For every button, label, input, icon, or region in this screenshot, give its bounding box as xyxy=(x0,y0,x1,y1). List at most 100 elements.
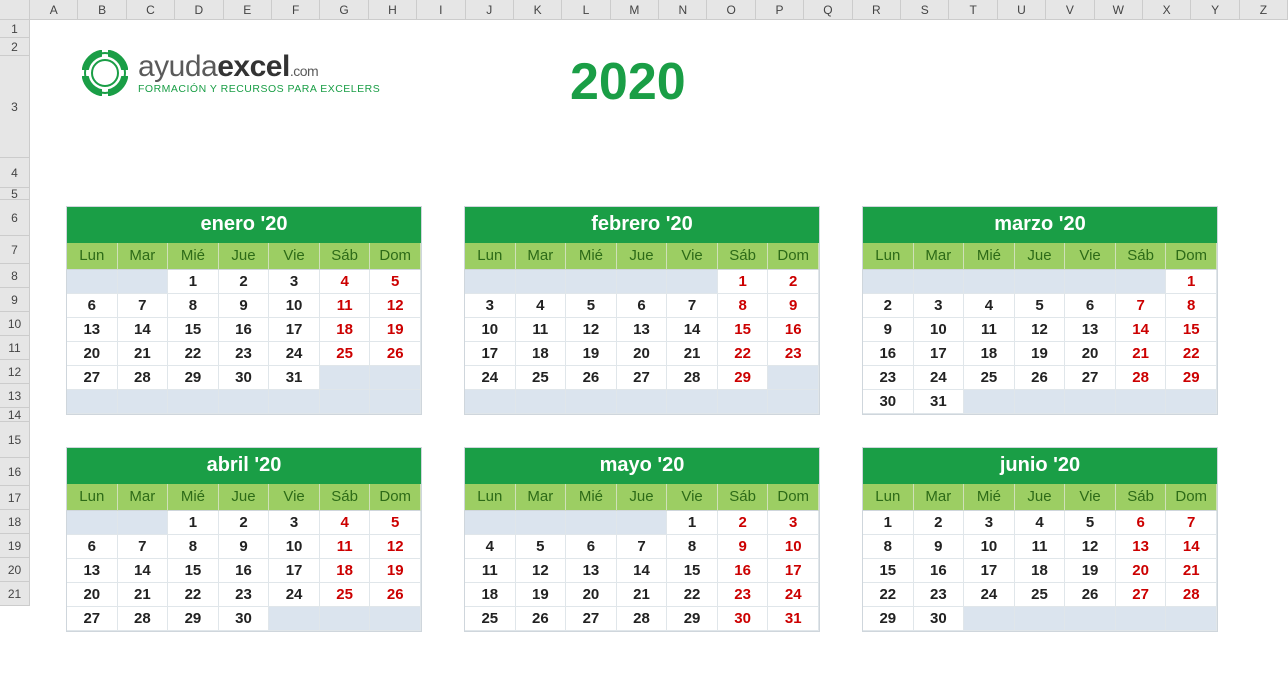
day-cell[interactable]: 8 xyxy=(1166,294,1217,318)
day-cell[interactable]: 7 xyxy=(1166,511,1217,535)
day-cell[interactable]: 22 xyxy=(863,583,914,607)
day-cell[interactable]: 12 xyxy=(1015,318,1066,342)
day-cell[interactable]: 1 xyxy=(718,270,769,294)
day-cell[interactable]: 27 xyxy=(1065,366,1116,390)
row-header[interactable]: 15 xyxy=(0,422,29,458)
day-cell[interactable] xyxy=(964,607,1015,631)
column-header[interactable]: V xyxy=(1046,0,1094,19)
day-cell[interactable]: 22 xyxy=(718,342,769,366)
day-cell[interactable] xyxy=(219,390,270,414)
day-cell[interactable] xyxy=(566,270,617,294)
day-cell[interactable] xyxy=(67,511,118,535)
day-cell[interactable]: 4 xyxy=(320,270,371,294)
day-cell[interactable]: 31 xyxy=(914,390,965,414)
day-cell[interactable]: 6 xyxy=(67,294,118,318)
column-header[interactable]: Y xyxy=(1191,0,1239,19)
day-cell[interactable]: 2 xyxy=(718,511,769,535)
day-cell[interactable]: 6 xyxy=(1116,511,1167,535)
day-cell[interactable]: 20 xyxy=(67,342,118,366)
day-cell[interactable]: 30 xyxy=(914,607,965,631)
column-header[interactable]: X xyxy=(1143,0,1191,19)
day-cell[interactable]: 9 xyxy=(863,318,914,342)
select-all-corner[interactable] xyxy=(0,0,30,19)
row-header[interactable]: 3 xyxy=(0,56,29,158)
day-cell[interactable]: 20 xyxy=(1116,559,1167,583)
day-cell[interactable]: 30 xyxy=(718,607,769,631)
day-cell[interactable]: 25 xyxy=(320,342,371,366)
day-cell[interactable] xyxy=(617,511,668,535)
column-header[interactable]: O xyxy=(707,0,755,19)
day-cell[interactable]: 19 xyxy=(1015,342,1066,366)
day-cell[interactable]: 7 xyxy=(617,535,668,559)
day-cell[interactable]: 24 xyxy=(964,583,1015,607)
day-cell[interactable]: 15 xyxy=(168,318,219,342)
day-cell[interactable]: 8 xyxy=(168,535,219,559)
day-cell[interactable]: 6 xyxy=(617,294,668,318)
day-cell[interactable] xyxy=(516,390,567,414)
day-cell[interactable] xyxy=(168,390,219,414)
column-header[interactable]: W xyxy=(1095,0,1143,19)
day-cell[interactable]: 22 xyxy=(168,583,219,607)
day-cell[interactable] xyxy=(1015,270,1066,294)
day-cell[interactable]: 29 xyxy=(1166,366,1217,390)
day-cell[interactable] xyxy=(269,607,320,631)
day-cell[interactable]: 4 xyxy=(465,535,516,559)
day-cell[interactable]: 28 xyxy=(667,366,718,390)
column-header[interactable]: S xyxy=(901,0,949,19)
day-cell[interactable]: 2 xyxy=(219,511,270,535)
day-cell[interactable]: 30 xyxy=(219,607,270,631)
day-cell[interactable]: 24 xyxy=(914,366,965,390)
day-cell[interactable] xyxy=(465,511,516,535)
day-cell[interactable]: 24 xyxy=(465,366,516,390)
day-cell[interactable]: 25 xyxy=(320,583,371,607)
row-header[interactable]: 2 xyxy=(0,38,29,56)
day-cell[interactable]: 25 xyxy=(964,366,1015,390)
day-cell[interactable]: 2 xyxy=(768,270,819,294)
day-cell[interactable] xyxy=(768,390,819,414)
column-header[interactable]: I xyxy=(417,0,465,19)
day-cell[interactable]: 22 xyxy=(1166,342,1217,366)
day-cell[interactable] xyxy=(1015,607,1066,631)
day-cell[interactable]: 11 xyxy=(964,318,1015,342)
day-cell[interactable]: 7 xyxy=(118,294,169,318)
day-cell[interactable] xyxy=(1116,390,1167,414)
day-cell[interactable]: 23 xyxy=(914,583,965,607)
column-header[interactable]: L xyxy=(562,0,610,19)
day-cell[interactable]: 31 xyxy=(768,607,819,631)
column-header[interactable]: R xyxy=(853,0,901,19)
day-cell[interactable]: 3 xyxy=(269,270,320,294)
day-cell[interactable] xyxy=(118,270,169,294)
day-cell[interactable]: 7 xyxy=(1116,294,1167,318)
row-header[interactable]: 12 xyxy=(0,360,29,384)
day-cell[interactable]: 21 xyxy=(1116,342,1167,366)
column-header[interactable]: H xyxy=(369,0,417,19)
day-cell[interactable]: 10 xyxy=(269,294,320,318)
day-cell[interactable]: 18 xyxy=(465,583,516,607)
day-cell[interactable]: 19 xyxy=(516,583,567,607)
day-cell[interactable]: 12 xyxy=(516,559,567,583)
day-cell[interactable]: 1 xyxy=(667,511,718,535)
day-cell[interactable] xyxy=(617,390,668,414)
day-cell[interactable]: 9 xyxy=(219,294,270,318)
day-cell[interactable]: 20 xyxy=(617,342,668,366)
day-cell[interactable]: 29 xyxy=(168,607,219,631)
column-header[interactable]: U xyxy=(998,0,1046,19)
day-cell[interactable] xyxy=(370,607,421,631)
day-cell[interactable]: 14 xyxy=(617,559,668,583)
day-cell[interactable] xyxy=(67,270,118,294)
day-cell[interactable]: 17 xyxy=(269,559,320,583)
column-header[interactable]: M xyxy=(611,0,659,19)
day-cell[interactable]: 10 xyxy=(465,318,516,342)
day-cell[interactable]: 18 xyxy=(1015,559,1066,583)
day-cell[interactable]: 11 xyxy=(320,294,371,318)
column-header[interactable]: N xyxy=(659,0,707,19)
day-cell[interactable]: 26 xyxy=(1065,583,1116,607)
day-cell[interactable] xyxy=(370,366,421,390)
day-cell[interactable]: 25 xyxy=(516,366,567,390)
row-header[interactable]: 7 xyxy=(0,236,29,264)
day-cell[interactable]: 24 xyxy=(768,583,819,607)
day-cell[interactable]: 16 xyxy=(914,559,965,583)
day-cell[interactable]: 13 xyxy=(67,559,118,583)
day-cell[interactable]: 30 xyxy=(219,366,270,390)
day-cell[interactable]: 8 xyxy=(168,294,219,318)
